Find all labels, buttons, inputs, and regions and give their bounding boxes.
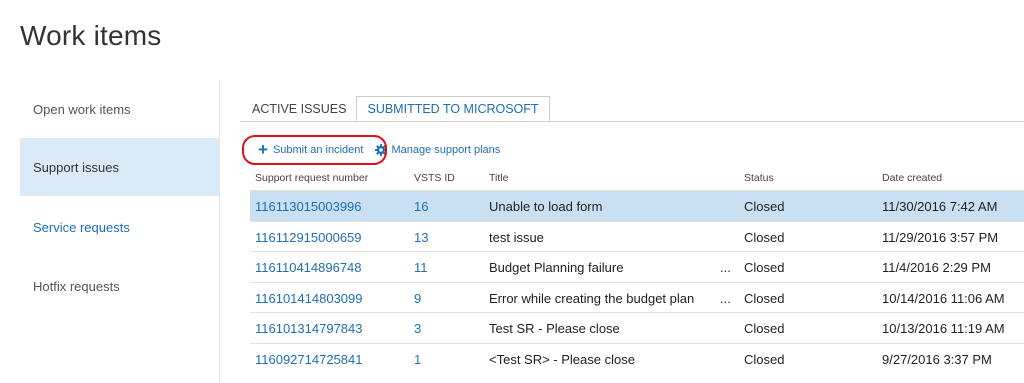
tab-active-issues[interactable]: ACTIVE ISSUES [244,96,354,122]
table-row[interactable]: 116101314797843 3 Test SR - Please close… [250,312,1024,343]
manage-support-plans-label: Manage support plans [391,144,501,156]
table-header: Support request number VSTS ID Title Sta… [250,168,1024,190]
request-status: Closed [744,351,785,367]
submit-incident-label: Submit an incident [272,144,364,156]
sidebar-item-label: Hotfix requests [33,278,120,294]
request-title: Error while creating the budget plan [489,290,695,306]
request-status: Closed [744,229,785,245]
support-request-number-link[interactable]: 116110414896748 [255,260,362,275]
column-header-title[interactable]: Title [489,172,508,184]
tab-divider [240,121,1024,122]
support-request-number-link[interactable]: 116113015003996 [255,199,362,214]
request-title: test issue [489,229,544,245]
vsts-id-link[interactable]: 3 [414,321,421,336]
table-row[interactable]: 116110414896748 11 Budget Planning failu… [250,251,1024,282]
sidebar-item-label: Open work items [33,101,131,117]
date-created: 11/4/2016 2:29 PM [882,260,991,275]
support-requests-table: Support request number VSTS ID Title Sta… [250,168,1024,373]
support-request-number-link[interactable]: 116101314797843 [255,321,363,336]
table-row[interactable]: 116101414803099 9 Error while creating t… [250,281,1024,313]
sidebar-item-open-work-items[interactable]: Open work items [20,80,220,138]
tab-submitted-to-microsoft[interactable]: SUBMITTED TO MICROSOFT [356,96,550,122]
toolbar: + Submit an incident Manage support plan… [242,135,500,165]
page-title: Work items [20,20,162,51]
date-created: 9/27/2016 3:37 PM [882,351,992,367]
request-title: <Test SR> - Please close [489,351,635,367]
support-request-number-link[interactable]: 116092714725841 [255,352,363,367]
title-ellipsis: ... [720,290,731,306]
request-title: Test SR - Please close [489,321,620,336]
date-created: 10/14/2016 11:06 AM [882,290,1005,306]
column-header-date-created[interactable]: Date created [882,172,942,184]
date-created: 10/13/2016 11:19 AM [882,321,1005,336]
vsts-id-link[interactable]: 13 [414,230,428,245]
sidebar-item-label: Support issues [33,159,119,175]
sidebar-item-hotfix-requests[interactable]: Hotfix requests [20,257,220,315]
column-header-status[interactable]: Status [744,172,774,184]
request-status: Closed [744,290,785,306]
plus-icon: + [258,140,268,159]
table-row[interactable]: 116112915000659 13 test issue Closed 11/… [250,220,1024,252]
request-title: Unable to load form [489,199,603,214]
date-created: 11/29/2016 3:57 PM [882,229,999,245]
table-row[interactable]: 116113015003996 16 Unable to load form C… [250,190,1024,221]
column-header-vsts-id[interactable]: VSTS ID [414,172,455,184]
tab-bar: ACTIVE ISSUES SUBMITTED TO MICROSOFT [244,96,550,122]
vsts-id-link[interactable]: 11 [414,260,428,275]
table-row[interactable]: 116092714725841 1 <Test SR> - Please clo… [250,342,1024,374]
vsts-id-link[interactable]: 9 [414,291,421,306]
tab-label: SUBMITTED TO MICROSOFT [367,101,539,116]
tab-label: ACTIVE ISSUES [252,102,347,116]
gear-icon [375,144,388,156]
vsts-id-link[interactable]: 16 [414,199,428,214]
request-title: Budget Planning failure [489,260,624,275]
request-status: Closed [744,199,785,214]
manage-support-plans-link[interactable]: Manage support plans [375,144,500,156]
sidebar-item-service-requests[interactable]: Service requests [20,198,220,256]
date-created: 11/30/2016 7:42 AM [882,199,998,214]
vsts-id-link[interactable]: 1 [414,352,421,367]
support-request-number-link[interactable]: 116101414803099 [255,291,363,306]
request-status: Closed [744,321,785,336]
request-status: Closed [744,260,785,275]
support-request-number-link[interactable]: 116112915000659 [255,230,362,245]
sidebar-item-support-issues[interactable]: Support issues [20,138,220,196]
column-header-number[interactable]: Support request number [255,172,368,184]
submit-incident-button[interactable]: + Submit an incident [242,135,387,165]
sidebar-item-label: Service requests [33,219,130,235]
title-ellipsis: ... [720,260,731,275]
sidebar: Open work items Support issues Service r… [20,80,220,383]
